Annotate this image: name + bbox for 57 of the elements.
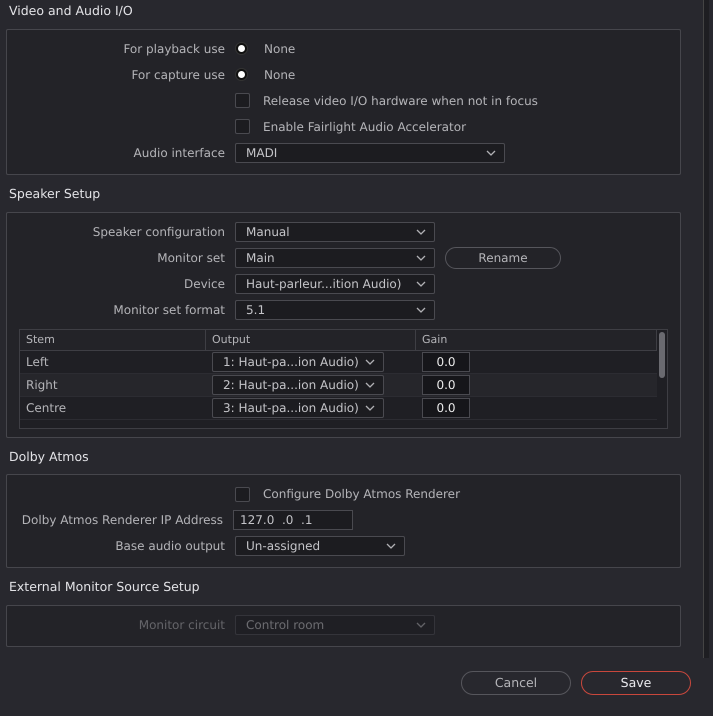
dropdown[interactable]: Haut-parleur...ition Audio): [235, 274, 435, 294]
gain-field[interactable]: 0.0: [422, 352, 470, 372]
checkbox[interactable]: [235, 486, 250, 502]
radio-button[interactable]: [235, 42, 248, 56]
checkbox-label: Configure Dolby Atmos Renderer: [263, 486, 460, 504]
caret-icon: [416, 280, 426, 286]
field-label: Device: [182, 276, 225, 292]
field-label: Monitor set format: [112, 302, 225, 318]
option-label: None: [264, 66, 296, 84]
checkbox-label: Release video I/O hardware when not in focus: [263, 92, 538, 110]
caret-icon: [416, 228, 426, 234]
gain-field[interactable]: 0.0: [422, 375, 470, 395]
output-dropdown[interactable]: 1: Haut-pa...ion Audio): [212, 352, 384, 372]
output-dropdown[interactable]: 3: Haut-pa...ion Audio): [212, 398, 384, 418]
input-field[interactable]: 127.0 .0 .1: [233, 510, 353, 530]
field-label: Speaker configuration: [92, 224, 225, 240]
table-cell-text: Left: [25, 354, 50, 371]
field-label: For capture use: [130, 66, 225, 84]
radio-button[interactable]: [235, 68, 248, 82]
output-dropdown[interactable]: 2: Haut-pa...ion Audio): [212, 375, 384, 395]
caret-icon: [416, 254, 426, 260]
dropdown[interactable]: Main: [235, 248, 435, 268]
field-label: Monitor set: [156, 250, 225, 266]
save-button[interactable]: Save: [581, 671, 691, 695]
scrollbar-thumb[interactable]: [659, 332, 665, 378]
rename-button[interactable]: Rename: [445, 246, 561, 268]
field-label: Base audio output: [114, 538, 225, 556]
caret-icon: [386, 543, 396, 550]
dropdown[interactable]: 5.1: [235, 300, 435, 320]
section-title: Dolby Atmos: [8, 448, 90, 466]
dropdown[interactable]: MADI: [235, 142, 505, 163]
cancel-button[interactable]: Cancel: [461, 671, 571, 695]
field-label: For playback use: [122, 40, 225, 58]
caret-icon: [365, 405, 375, 411]
section-title: External Monitor Source Setup: [8, 578, 201, 596]
caret-icon: [365, 382, 375, 388]
option-label: None: [264, 40, 296, 58]
table-cell-text: Centre: [25, 400, 68, 417]
section-title: Video and Audio I/O: [8, 2, 134, 20]
scrollbar[interactable]: [703, 0, 709, 658]
dropdown[interactable]: Manual: [235, 222, 435, 242]
gain-field[interactable]: 0.0: [422, 398, 470, 418]
checkbox[interactable]: [235, 93, 250, 108]
field-label: Monitor circuit: [138, 617, 225, 634]
caret-icon: [486, 150, 496, 156]
checkbox[interactable]: [235, 119, 250, 134]
field-label: Audio interface: [132, 144, 225, 162]
caret-icon: [416, 306, 426, 312]
table-cell-text: Right: [25, 377, 59, 394]
dropdown[interactable]: Un-assigned: [235, 536, 405, 556]
caret-icon: [416, 622, 426, 628]
column-header: Stem: [20, 330, 206, 350]
checkbox-label: Enable Fairlight Audio Accelerator: [263, 118, 466, 136]
field-label: Dolby Atmos Renderer IP Address: [20, 512, 223, 530]
section-title: Speaker Setup: [8, 184, 102, 203]
column-header: Output: [206, 330, 416, 350]
caret-icon: [365, 359, 375, 365]
